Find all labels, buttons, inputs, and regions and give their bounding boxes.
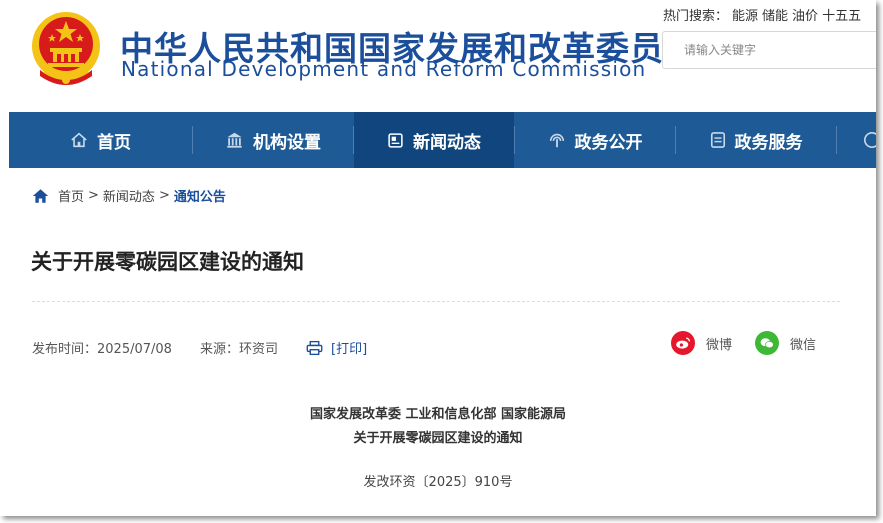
breadcrumb-separator: > — [88, 188, 99, 203]
hot-search-label: 热门搜索： — [663, 9, 729, 24]
hot-search: 热门搜索： 能源 储能 油价 十五五 — [663, 5, 865, 24]
wechat-icon — [755, 331, 779, 355]
nav-item-government-affairs[interactable]: 政务公开 — [515, 112, 675, 168]
hot-term-energy[interactable]: 能源 — [732, 9, 758, 24]
print-button[interactable]: [打印] — [306, 338, 367, 357]
nav-item-services[interactable]: 政务服务 — [676, 112, 836, 168]
national-emblem-logo[interactable] — [30, 10, 102, 88]
nav-label-organization: 机构设置 — [253, 132, 321, 153]
site-header: 中华人民共和国国家发展和改革委员会 National Development a… — [0, 0, 876, 112]
nav-separator — [836, 126, 837, 154]
circle-icon — [863, 131, 876, 149]
share-wechat[interactable]: 微信 — [755, 331, 816, 355]
issuing-authorities: 国家发展改革委 工业和信息化部 国家能源局 — [309, 407, 567, 422]
nav-label-government-affairs: 政务公开 — [574, 132, 643, 153]
nav-item-organization[interactable]: 机构设置 — [193, 112, 353, 168]
breadcrumb-separator: > — [158, 188, 170, 203]
nav-item-more[interactable] — [863, 131, 876, 153]
title-divider — [32, 301, 840, 302]
browser-viewport: 中华人民共和国国家发展和改革委员会 National Development a… — [0, 0, 876, 516]
hot-term-storage[interactable]: 储能 — [762, 9, 788, 24]
search-input[interactable] — [663, 32, 876, 68]
printer-icon — [306, 340, 323, 355]
broadcast-icon — [549, 133, 564, 148]
document-number: 发改环资〔2025〕910号 — [363, 475, 513, 490]
article-title: 关于开展零碳园区建设的通知 — [31, 250, 304, 274]
notice-heading: 关于开展零碳园区建设的通知 — [353, 431, 523, 446]
site-title-en[interactable]: National Development and Reform Commissi… — [121, 57, 646, 81]
nav-item-news[interactable]: 新闻动态 — [354, 112, 514, 168]
share-weibo[interactable]: 微博 — [671, 331, 732, 355]
article-source: 来源：环资司 — [200, 342, 279, 357]
wechat-label: 微信 — [790, 337, 817, 353]
breadcrumb: 首页 > 新闻动态 > 通知公告 — [32, 186, 226, 205]
hot-term-oil-price[interactable]: 油价 — [792, 9, 818, 24]
publish-time: 发布时间：2025/07/08 — [32, 342, 172, 357]
document-icon — [710, 132, 725, 148]
weibo-icon — [671, 331, 695, 355]
weibo-label: 微博 — [706, 337, 733, 353]
home-icon — [32, 188, 49, 203]
breadcrumb-current[interactable]: 通知公告 — [174, 186, 226, 205]
breadcrumb-home[interactable]: 首页 — [58, 186, 84, 205]
news-icon — [388, 132, 403, 148]
print-label: [打印] — [331, 342, 368, 357]
home-icon — [71, 132, 87, 148]
main-nav: 首页 机构设置 新闻动态 政务公开 政务服务 — [9, 112, 876, 168]
page-left-edge — [0, 0, 6, 516]
nav-label-home: 首页 — [97, 132, 131, 153]
building-icon — [227, 132, 242, 148]
nav-item-home[interactable]: 首页 — [9, 112, 192, 168]
nav-label-services: 政务服务 — [734, 132, 803, 153]
breadcrumb-news[interactable]: 新闻动态 — [103, 186, 155, 205]
nav-label-news: 新闻动态 — [413, 132, 481, 153]
hot-term-15th-plan[interactable]: 十五五 — [822, 9, 861, 24]
search-box[interactable] — [662, 31, 876, 69]
